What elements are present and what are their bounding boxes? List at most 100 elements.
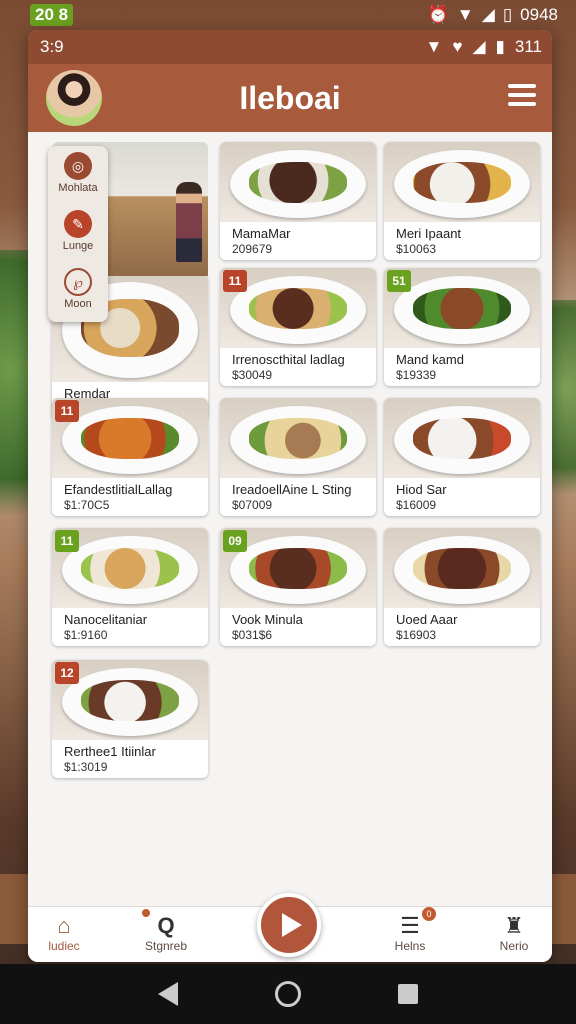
- notification-dot: [142, 909, 150, 917]
- dish-price: 209679: [232, 242, 273, 256]
- app-status-bar: 3:9 ▼ ♥ ◢ ▮ 311: [28, 30, 552, 64]
- category-lunge[interactable]: ✎ Lunge: [48, 204, 108, 258]
- dish-badge: 12: [55, 662, 79, 684]
- waiter-figure: [176, 182, 202, 262]
- dish-card[interactable]: IreadoellAine L Sting $07009: [220, 398, 376, 516]
- dish-badge: 11: [55, 400, 79, 422]
- bowl-image: [230, 276, 366, 344]
- bowl-image: [394, 536, 530, 604]
- play-icon: [282, 913, 302, 937]
- category-mohlata[interactable]: ◎ Mohlata: [48, 146, 108, 200]
- app-window: 3:9 ▼ ♥ ◢ ▮ 311 Ileboai ⌂ ludiec Q Stgnr…: [28, 30, 552, 962]
- nav-label: Helns: [394, 939, 426, 953]
- food-image: [413, 288, 511, 330]
- dish-card[interactable]: 51 Mand kamd $19339: [384, 268, 540, 386]
- dish-badge: 11: [223, 270, 247, 292]
- food-image: [81, 548, 179, 590]
- dish-card[interactable]: 11 EfandestlitialLallag $1:70C5: [52, 398, 208, 516]
- dish-card[interactable]: 09 Vook Minula $031$6: [220, 528, 376, 646]
- dish-card[interactable]: 11 Nanocelitaniar $1:9160: [52, 528, 208, 646]
- avatar-logo[interactable]: [46, 70, 102, 126]
- dish-card[interactable]: Hiod Sar $16009: [384, 398, 540, 516]
- status-clock: 0948: [520, 5, 558, 24]
- dish-price: $1:9160: [64, 628, 108, 642]
- battery-icon: ▯: [502, 5, 513, 24]
- bowl-image: [394, 276, 530, 344]
- category-chips: ◎ Mohlata ✎ Lunge ℘ Moon: [48, 146, 108, 322]
- bowl-image: [62, 536, 198, 604]
- wifi-icon: ▼: [425, 37, 443, 56]
- dish-badge: 09: [223, 530, 247, 552]
- android-navigation-bar: [0, 964, 576, 1024]
- home-circle-icon[interactable]: [274, 981, 301, 1007]
- plate-icon: ✎: [64, 210, 92, 238]
- nav-home[interactable]: ⌂ ludiec: [34, 913, 94, 953]
- bottom-navigation: ⌂ ludiec Q Stgnreb ☰ Helns 0 ♜ Nerio: [28, 893, 552, 962]
- nav-profile[interactable]: ♜ Nerio: [484, 913, 544, 953]
- food-image: [81, 680, 179, 722]
- signal-icon: ◢: [472, 37, 486, 56]
- hamburger-icon[interactable]: [508, 84, 536, 108]
- play-button[interactable]: [257, 893, 321, 957]
- dish-name: Vook Minula: [232, 612, 303, 627]
- dish-name: MamaMar: [232, 226, 291, 241]
- dish-price: $16009: [396, 498, 437, 512]
- dish-name: Meri Ipaant: [396, 226, 462, 241]
- dish-price: $19339: [396, 368, 437, 382]
- signal-icon: ◢: [481, 5, 495, 24]
- dish-photo: 11: [52, 398, 208, 478]
- home-icon: ⌂: [57, 913, 71, 938]
- food-image: [413, 162, 511, 204]
- dish-price: $1:70C5: [64, 498, 110, 512]
- dish-photo: [384, 142, 540, 222]
- nav-badge: 0: [422, 907, 436, 921]
- dish-card[interactable]: Meri Ipaant $10063: [384, 142, 540, 260]
- food-image: [249, 288, 347, 330]
- recents-icon[interactable]: [397, 984, 418, 1004]
- profile-icon: ♜: [504, 913, 524, 938]
- battery-icon: ▮: [495, 37, 505, 56]
- nav-label: ludiec: [48, 939, 80, 953]
- dish-name: Nanocelitaniar: [64, 612, 148, 627]
- app-status-time: 3:9: [40, 37, 64, 56]
- app-header: Ileboai: [28, 64, 552, 132]
- dish-card[interactable]: 12 Rerthee1 Itiinlar $1:3019: [52, 660, 208, 778]
- category-moon[interactable]: ℘ Moon: [48, 262, 108, 316]
- dish-card[interactable]: MamaMar 209679: [220, 142, 376, 260]
- dish-price: $031$6: [232, 628, 273, 642]
- dish-photo: [384, 528, 540, 608]
- dish-photo: 09: [220, 528, 376, 608]
- nav-search[interactable]: Q Stgnreb: [136, 913, 196, 953]
- bowl-image: [230, 150, 366, 218]
- dish-name: Mand kamd: [396, 352, 464, 367]
- dish-price: $10063: [396, 242, 437, 256]
- bowl-image: [230, 536, 366, 604]
- category-label: Moon: [64, 298, 92, 310]
- bowl-icon: ℘: [64, 268, 92, 296]
- wifi-icon: ▼: [456, 5, 474, 24]
- utensils-icon: ◎: [64, 152, 92, 180]
- category-label: Mohlata: [58, 182, 98, 194]
- bowl-image: [62, 406, 198, 474]
- dish-name: Irrenoscthital ladlag: [232, 352, 345, 367]
- back-icon[interactable]: [158, 982, 179, 1006]
- dish-photo: [384, 398, 540, 478]
- food-image: [413, 418, 511, 460]
- dish-card[interactable]: Uoed Aaar $16903: [384, 528, 540, 646]
- dish-photo: 12: [52, 660, 208, 740]
- category-label: Lunge: [62, 240, 94, 252]
- dish-photo: [220, 398, 376, 478]
- status-time: 20 8: [30, 4, 74, 26]
- food-image: [413, 548, 511, 590]
- food-image: [249, 548, 347, 590]
- dish-photo: 51: [384, 268, 540, 348]
- food-image: [249, 162, 347, 204]
- dish-name: Uoed Aaar: [396, 612, 458, 627]
- dish-photo: 11: [52, 528, 208, 608]
- dish-card[interactable]: 11 Irrenoscthital ladlag $30049: [220, 268, 376, 386]
- bowl-image: [62, 668, 198, 736]
- dish-price: $07009: [232, 498, 273, 512]
- app-status-right: 311: [514, 37, 542, 56]
- alarm-icon: ⏰: [427, 5, 449, 24]
- dish-name: EfandestlitialLallag: [64, 482, 173, 497]
